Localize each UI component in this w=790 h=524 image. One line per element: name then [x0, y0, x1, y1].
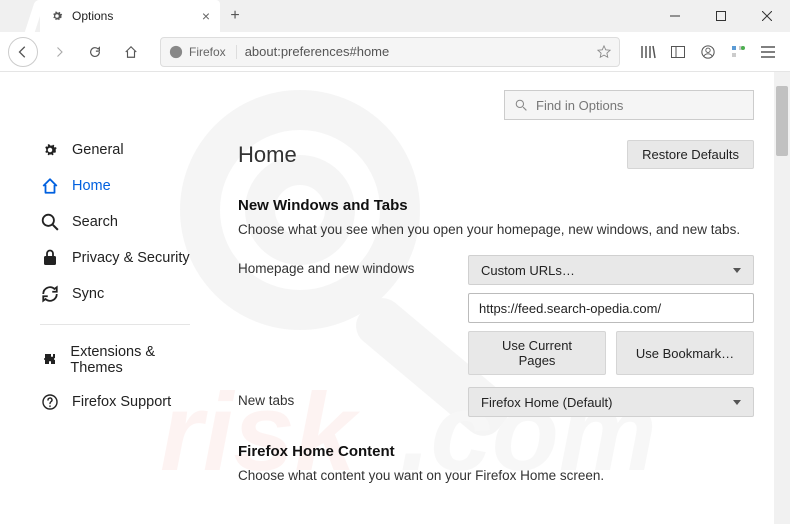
sidebar-icon[interactable]: [664, 37, 692, 67]
gear-icon: [50, 9, 64, 23]
close-window-button[interactable]: [744, 0, 790, 32]
new-windows-tabs-section: New Windows and Tabs Choose what you see…: [238, 197, 754, 417]
find-in-options-input[interactable]: Find in Options: [504, 90, 754, 120]
use-current-pages-button[interactable]: Use Current Pages: [468, 331, 606, 375]
newtabs-label: New tabs: [238, 387, 468, 408]
sidebar-divider: [40, 324, 190, 325]
sidebar-item-label: Search: [72, 214, 118, 230]
url-text: about:preferences#home: [245, 44, 589, 59]
puzzle-icon: [40, 352, 58, 368]
new-tab-button[interactable]: +: [220, 0, 250, 32]
reload-button[interactable]: [80, 37, 110, 67]
identity-label: Firefox: [189, 45, 226, 59]
sidebar-item-support[interactable]: Firefox Support: [30, 385, 210, 419]
library-icon[interactable]: [634, 37, 662, 67]
restore-defaults-button[interactable]: Restore Defaults: [627, 140, 754, 169]
sidebar-item-label: Sync: [72, 286, 104, 302]
window-controls: [652, 0, 790, 32]
homepage-url-input[interactable]: [468, 293, 754, 323]
section-description: Choose what content you want on your Fir…: [238, 468, 754, 483]
navbar: Firefox about:preferences#home: [0, 32, 790, 72]
sidebar-item-privacy[interactable]: Privacy & Security: [30, 240, 210, 276]
close-tab-icon[interactable]: ×: [202, 8, 210, 24]
sync-icon: [40, 285, 60, 303]
find-placeholder: Find in Options: [536, 98, 623, 113]
minimize-button[interactable]: [652, 0, 698, 32]
tab-title: Options: [72, 9, 113, 23]
forward-button[interactable]: [44, 37, 74, 67]
menu-icon[interactable]: [754, 37, 782, 67]
home-icon: [40, 177, 60, 195]
page-title: Home: [238, 142, 297, 168]
search-icon: [515, 99, 528, 112]
back-button[interactable]: [8, 37, 38, 67]
bookmark-star-icon[interactable]: [597, 45, 611, 59]
section-heading: New Windows and Tabs: [238, 197, 754, 214]
home-button[interactable]: [116, 37, 146, 67]
section-heading: Firefox Home Content: [238, 443, 754, 460]
firefox-icon: [169, 45, 183, 59]
sidebar-item-label: Firefox Support: [72, 394, 171, 410]
sidebar-item-sync[interactable]: Sync: [30, 276, 210, 312]
browser-tab[interactable]: Options ×: [40, 0, 220, 32]
scrollbar-thumb[interactable]: [776, 86, 788, 156]
sidebar-item-label: Privacy & Security: [72, 250, 190, 266]
sidebar-item-label: Home: [72, 178, 111, 194]
help-icon: [40, 394, 60, 410]
preferences-main: Find in Options Home Restore Defaults Ne…: [210, 72, 790, 524]
identity-box[interactable]: Firefox: [169, 45, 237, 59]
newtabs-select[interactable]: Firefox Home (Default): [468, 387, 754, 417]
sidebar-item-extensions[interactable]: Extensions & Themes: [30, 335, 210, 385]
extension-icon[interactable]: [724, 37, 752, 67]
sidebar-item-label: Extensions & Themes: [70, 344, 200, 376]
section-description: Choose what you see when you open your h…: [238, 222, 754, 237]
homepage-select[interactable]: Custom URLs…: [468, 255, 754, 285]
lock-icon: [40, 249, 60, 267]
gear-icon: [40, 141, 60, 159]
maximize-button[interactable]: [698, 0, 744, 32]
preferences-sidebar: General Home Search Privacy & Security S…: [0, 72, 210, 524]
sidebar-item-search[interactable]: Search: [30, 204, 210, 240]
titlebar: Options × +: [0, 0, 790, 32]
firefox-home-content-section: Firefox Home Content Choose what content…: [238, 443, 754, 483]
use-bookmark-button[interactable]: Use Bookmark…: [616, 331, 754, 375]
sidebar-item-home[interactable]: Home: [30, 168, 210, 204]
toolbar-right: [634, 37, 782, 67]
account-icon[interactable]: [694, 37, 722, 67]
sidebar-item-general[interactable]: General: [30, 132, 210, 168]
scrollbar[interactable]: [774, 72, 790, 524]
homepage-label: Homepage and new windows: [238, 255, 468, 276]
url-bar[interactable]: Firefox about:preferences#home: [160, 37, 620, 67]
search-icon: [40, 213, 60, 231]
sidebar-item-label: General: [72, 142, 124, 158]
